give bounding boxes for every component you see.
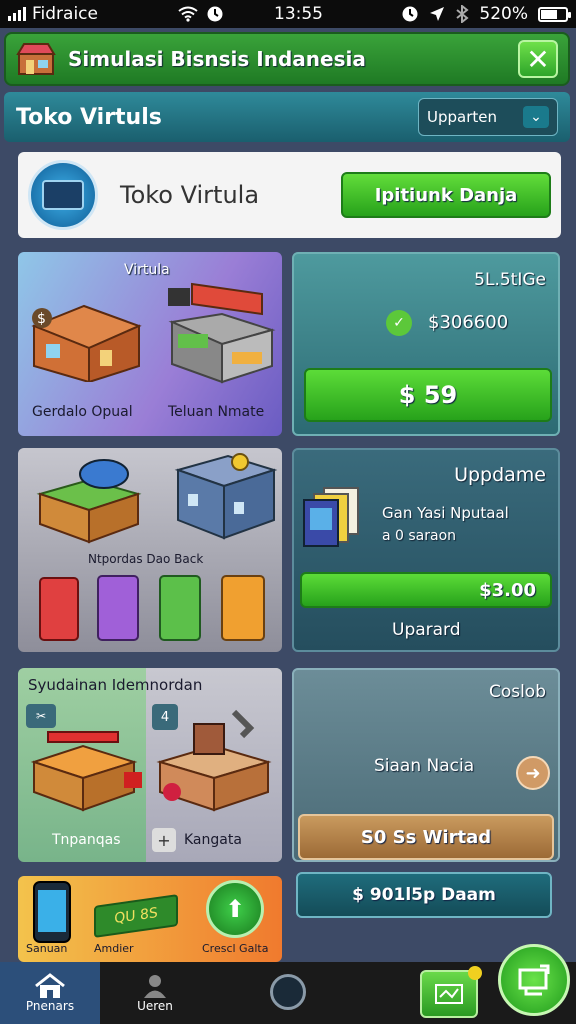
app-title: Simulasi Bisnsis Indanesia [68, 47, 366, 71]
nav-home[interactable]: Pnenars [0, 962, 100, 1024]
home-icon [35, 973, 65, 998]
store-logo-icon [28, 160, 98, 230]
clock-time: 13:55 [274, 4, 323, 24]
shop-logo-icon [16, 43, 56, 75]
upgrade-panel: Uppdame Gan Yasi Nputaal a 0 saraon $3.0… [292, 448, 560, 652]
action-button[interactable]: S0 Ss Wirtad [298, 814, 554, 860]
shop-cart-button[interactable] [420, 966, 482, 1018]
section-header: Toko Virtuls Upparten ⌄ [4, 92, 570, 142]
market-stall-icon [168, 282, 276, 384]
balance-panel: 5L.5tIGe ✓ $306600 $ 59 [292, 252, 560, 436]
bluetooth-icon [456, 5, 469, 23]
close-panel: Coslob Siaan Nacia ➜ S0 Ss Wirtad [292, 668, 560, 862]
bottom-mid-label: Amdier [94, 942, 134, 955]
goods-caption: Ntpordas Dao Back [88, 552, 204, 566]
stock-tile[interactable]: Syudainan Idemnordan ✂ 4 Tnpanqas + Kang… [18, 668, 282, 862]
nav-home-label: Pnenars [25, 999, 75, 1013]
sync-icon [402, 6, 418, 22]
bottom-nav: Pnenars Ueren [0, 962, 576, 1024]
check-icon: ✓ [386, 310, 412, 336]
storefront-icon [174, 453, 278, 540]
app-title-bar: Simulasi Bisnsis Indanesia ✕ [4, 32, 570, 86]
balance-value: $306600 [428, 312, 509, 333]
home-button-icon[interactable] [270, 974, 306, 1010]
stock-right-label: Kangata [184, 832, 242, 848]
upgrade-dropdown[interactable]: Upparten ⌄ [418, 98, 558, 136]
battery-percent: 520% [479, 4, 528, 24]
section-title: Toko Virtuls [16, 104, 162, 130]
nav-user[interactable]: Ueren [100, 962, 210, 1024]
add-icon[interactable]: + [152, 828, 176, 852]
shop-left-label: Gerdalo Opual [32, 404, 133, 420]
bottom-left-label: Sanuan [26, 942, 68, 955]
upgrade-desc-1: Gan Yasi Nputaal [382, 504, 509, 522]
arrow-right-icon[interactable]: ➜ [516, 756, 550, 790]
dropdown-label: Upparten [427, 108, 497, 126]
balance-button[interactable]: $ 59 [304, 368, 552, 422]
upgrade-desc-2: a 0 saraon [382, 528, 457, 544]
cash-bundle-icon: QU 8S [94, 894, 178, 938]
general-store-icon: $ [31, 304, 142, 382]
close-button[interactable]: ✕ [518, 40, 558, 78]
carrier-label: Fidraice [32, 4, 98, 24]
stock-tile-title: Syudainan Idemnordan [28, 676, 203, 694]
phone-icon [33, 881, 71, 943]
produce-crate-icon [36, 459, 142, 544]
stock-left-label: Tnpanqas [52, 832, 121, 848]
floating-action-button[interactable] [498, 944, 570, 1016]
wifi-icon [178, 6, 198, 22]
tool-crate-icon [156, 709, 272, 812]
store-name: Toko Virtula [120, 181, 260, 209]
cart-icon [435, 984, 463, 1004]
svg-text:$: $ [37, 311, 46, 327]
product-cards-icon [39, 575, 265, 641]
shop-tile[interactable]: Virtula $ Gerdalo Opual Teluan Nmate [18, 252, 282, 436]
fruit-cart-icon [30, 731, 142, 812]
signal-icon [8, 7, 26, 21]
bottom-right-label: Crescl Galta [202, 942, 269, 955]
bottom-feature-tile[interactable]: QU 8S ⬆ Sanuan Amdier Crescl Galta [18, 876, 282, 962]
growth-icon[interactable]: ⬆ [206, 880, 264, 938]
shop-right-label: Teluan Nmate [168, 404, 265, 420]
battery-icon [538, 6, 571, 22]
goods-tile[interactable]: Ntpordas Dao Back [18, 448, 282, 652]
info-button[interactable]: $ 901l5p Daam [296, 872, 552, 918]
upgrade-price-bar[interactable]: $3.00 [300, 572, 552, 608]
user-icon [144, 975, 166, 998]
chat-icon [518, 964, 550, 996]
store-card: Toko Virtula Ipitiunk Danja [18, 152, 561, 238]
status-bar: Fidraice 13:55 520% [0, 0, 576, 28]
close-icon: ✕ [526, 42, 550, 76]
balance-title: 5L.5tIGe [474, 270, 546, 290]
close-panel-title: Coslob [488, 682, 546, 702]
nav-user-label: Ueren [137, 999, 173, 1013]
chevron-down-icon: ⌄ [523, 106, 549, 128]
document-stack-icon [303, 487, 359, 547]
claim-button[interactable]: Ipitiunk Danja [341, 172, 551, 218]
alarm-icon [207, 6, 223, 22]
location-icon [430, 7, 445, 21]
close-panel-desc: Siaan Nacia [374, 756, 475, 776]
upgrade-button[interactable]: Uparard [392, 620, 461, 640]
upgrade-title: Uppdame [454, 464, 546, 486]
notification-dot-icon [468, 966, 482, 980]
